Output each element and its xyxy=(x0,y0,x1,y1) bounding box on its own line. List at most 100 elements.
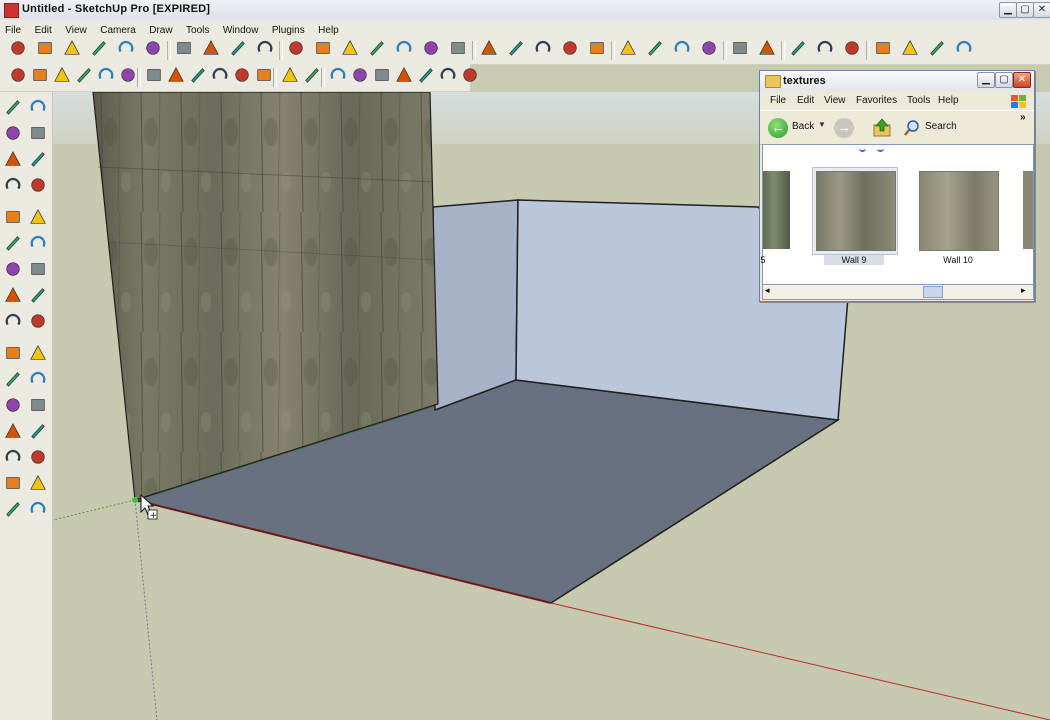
search-icon[interactable] xyxy=(904,120,920,136)
maximize-button[interactable]: ▢ xyxy=(1016,2,1034,18)
look-around-tool-button[interactable] xyxy=(27,474,49,496)
zoom-window-tool-button[interactable] xyxy=(27,422,49,444)
scale-button[interactable] xyxy=(367,40,387,60)
explorer-menu-view[interactable]: View xyxy=(824,95,846,106)
explorer-menu-edit[interactable]: Edit xyxy=(797,95,814,106)
3d-text-tool-button[interactable] xyxy=(27,370,49,392)
explorer-menu-tools[interactable]: Tools xyxy=(907,95,930,106)
menu-edit[interactable]: Edit xyxy=(35,23,52,36)
explorer-maximize-button[interactable]: ▢ xyxy=(995,72,1013,88)
menu-camera[interactable]: Camera xyxy=(100,23,136,36)
orbit-tool-button[interactable] xyxy=(2,396,24,418)
eraser-button[interactable] xyxy=(174,40,194,60)
ruby-button[interactable] xyxy=(954,40,974,60)
paint-bucket-button[interactable] xyxy=(228,40,248,60)
pan-button[interactable] xyxy=(394,40,414,60)
menu-help[interactable]: Help xyxy=(318,23,339,36)
select-tool-button[interactable] xyxy=(2,98,24,120)
scroll-right-icon[interactable]: ▸ xyxy=(1021,285,1026,296)
back-button-label[interactable]: Back xyxy=(792,121,814,132)
menu-window[interactable]: Window xyxy=(223,23,259,36)
outer-shell-button[interactable] xyxy=(460,67,480,87)
refresh-button[interactable] xyxy=(730,40,750,60)
zoom-extents-tool-button[interactable] xyxy=(2,448,24,470)
zoom-extents-button[interactable] xyxy=(448,40,468,60)
textured-button[interactable] xyxy=(232,67,252,87)
previous-tool-button[interactable] xyxy=(27,448,49,470)
explorer-menu-favorites[interactable]: Favorites xyxy=(856,95,897,106)
scroll-thumb[interactable] xyxy=(923,286,943,298)
horizontal-scrollbar[interactable]: ◂ ▸ xyxy=(762,284,1034,300)
pencil-button[interactable] xyxy=(35,40,55,60)
menu-draw[interactable]: Draw xyxy=(149,23,172,36)
xray-button[interactable] xyxy=(144,67,164,87)
solid-subtract-button[interactable] xyxy=(394,66,414,87)
wireframe-button[interactable] xyxy=(166,66,186,87)
rotate-tool-button[interactable] xyxy=(2,260,24,282)
close-button[interactable]: ✕ xyxy=(1033,2,1050,18)
rotate-button[interactable] xyxy=(313,40,333,60)
circle-button[interactable] xyxy=(89,40,109,60)
front-view-button[interactable] xyxy=(52,66,72,87)
explorer-menu-file[interactable]: File xyxy=(770,95,786,106)
drape-button[interactable] xyxy=(815,40,835,60)
dimension-tool-button[interactable] xyxy=(27,312,49,334)
share-model-button[interactable] xyxy=(506,40,526,60)
menu-plugins[interactable]: Plugins xyxy=(272,23,305,36)
search-button-label[interactable]: Search xyxy=(925,121,957,132)
right-view-button[interactable] xyxy=(74,67,94,87)
forward-arrow-icon[interactable]: → xyxy=(834,118,854,138)
hidden-line-button[interactable] xyxy=(188,67,208,87)
tape-measure-tool-button[interactable] xyxy=(2,312,24,334)
explorer-close-button[interactable]: ✕ xyxy=(1013,72,1031,88)
texture-thumbnail[interactable] xyxy=(1023,171,1033,249)
left-view-button[interactable] xyxy=(118,67,138,87)
offset-button[interactable] xyxy=(672,40,692,60)
flip-edge-button[interactable] xyxy=(842,40,862,60)
menu-view[interactable]: View xyxy=(65,23,87,36)
orbit-button[interactable] xyxy=(618,39,638,60)
paint-button[interactable] xyxy=(699,40,719,60)
texture-thumbnail[interactable] xyxy=(763,171,790,249)
shadow-button[interactable] xyxy=(350,67,370,87)
play-button[interactable] xyxy=(873,40,893,60)
offset-tool-button[interactable] xyxy=(27,286,49,308)
zoom-button[interactable] xyxy=(421,40,441,60)
get-models-button[interactable] xyxy=(479,39,499,60)
line-tool-button[interactable] xyxy=(27,150,49,172)
smoove-button[interactable] xyxy=(788,40,808,60)
push-pull-tool-button[interactable] xyxy=(27,234,49,256)
pan-tool-button[interactable] xyxy=(27,396,49,418)
move-tool-button[interactable] xyxy=(2,234,24,256)
tape-measure-button[interactable] xyxy=(201,39,221,60)
scroll-left-icon[interactable]: ◂ xyxy=(765,285,770,296)
move-button[interactable] xyxy=(286,40,306,60)
texture-thumbnail[interactable] xyxy=(816,171,896,251)
make-component-tool-button[interactable] xyxy=(27,98,49,120)
push-pull-button[interactable] xyxy=(255,40,275,60)
back-view-button[interactable] xyxy=(96,67,116,87)
menu-file[interactable]: File xyxy=(5,23,21,36)
shaded-button[interactable] xyxy=(210,67,230,87)
back-arrow-icon[interactable]: ← xyxy=(768,118,788,138)
position-camera-tool-button[interactable] xyxy=(2,474,24,496)
fog-button[interactable] xyxy=(328,67,348,87)
eraser-tool-button[interactable] xyxy=(27,124,49,146)
monochrome-button[interactable] xyxy=(254,67,274,87)
walk-tool-button[interactable] xyxy=(2,500,24,522)
back-history-dropdown-icon[interactable]: ▼ xyxy=(818,120,826,129)
top-view-button[interactable] xyxy=(30,67,50,87)
minimize-button[interactable]: ▁ xyxy=(999,2,1017,18)
text-tool-button[interactable] xyxy=(27,344,49,366)
follow-me-tool-button[interactable] xyxy=(27,260,49,282)
ui-button[interactable] xyxy=(927,40,947,60)
polygon-tool-button[interactable] xyxy=(2,208,24,230)
next-view-button[interactable] xyxy=(587,40,607,60)
explorer-minimize-button[interactable]: ▁ xyxy=(977,72,995,88)
previous-view-button[interactable] xyxy=(560,40,580,60)
iso-view-button[interactable] xyxy=(8,67,28,87)
section-plane-tool-button[interactable] xyxy=(27,500,49,522)
up-folder-icon[interactable] xyxy=(872,118,892,138)
rewind-button[interactable] xyxy=(900,39,920,60)
freehand-tool-button[interactable] xyxy=(27,208,49,230)
